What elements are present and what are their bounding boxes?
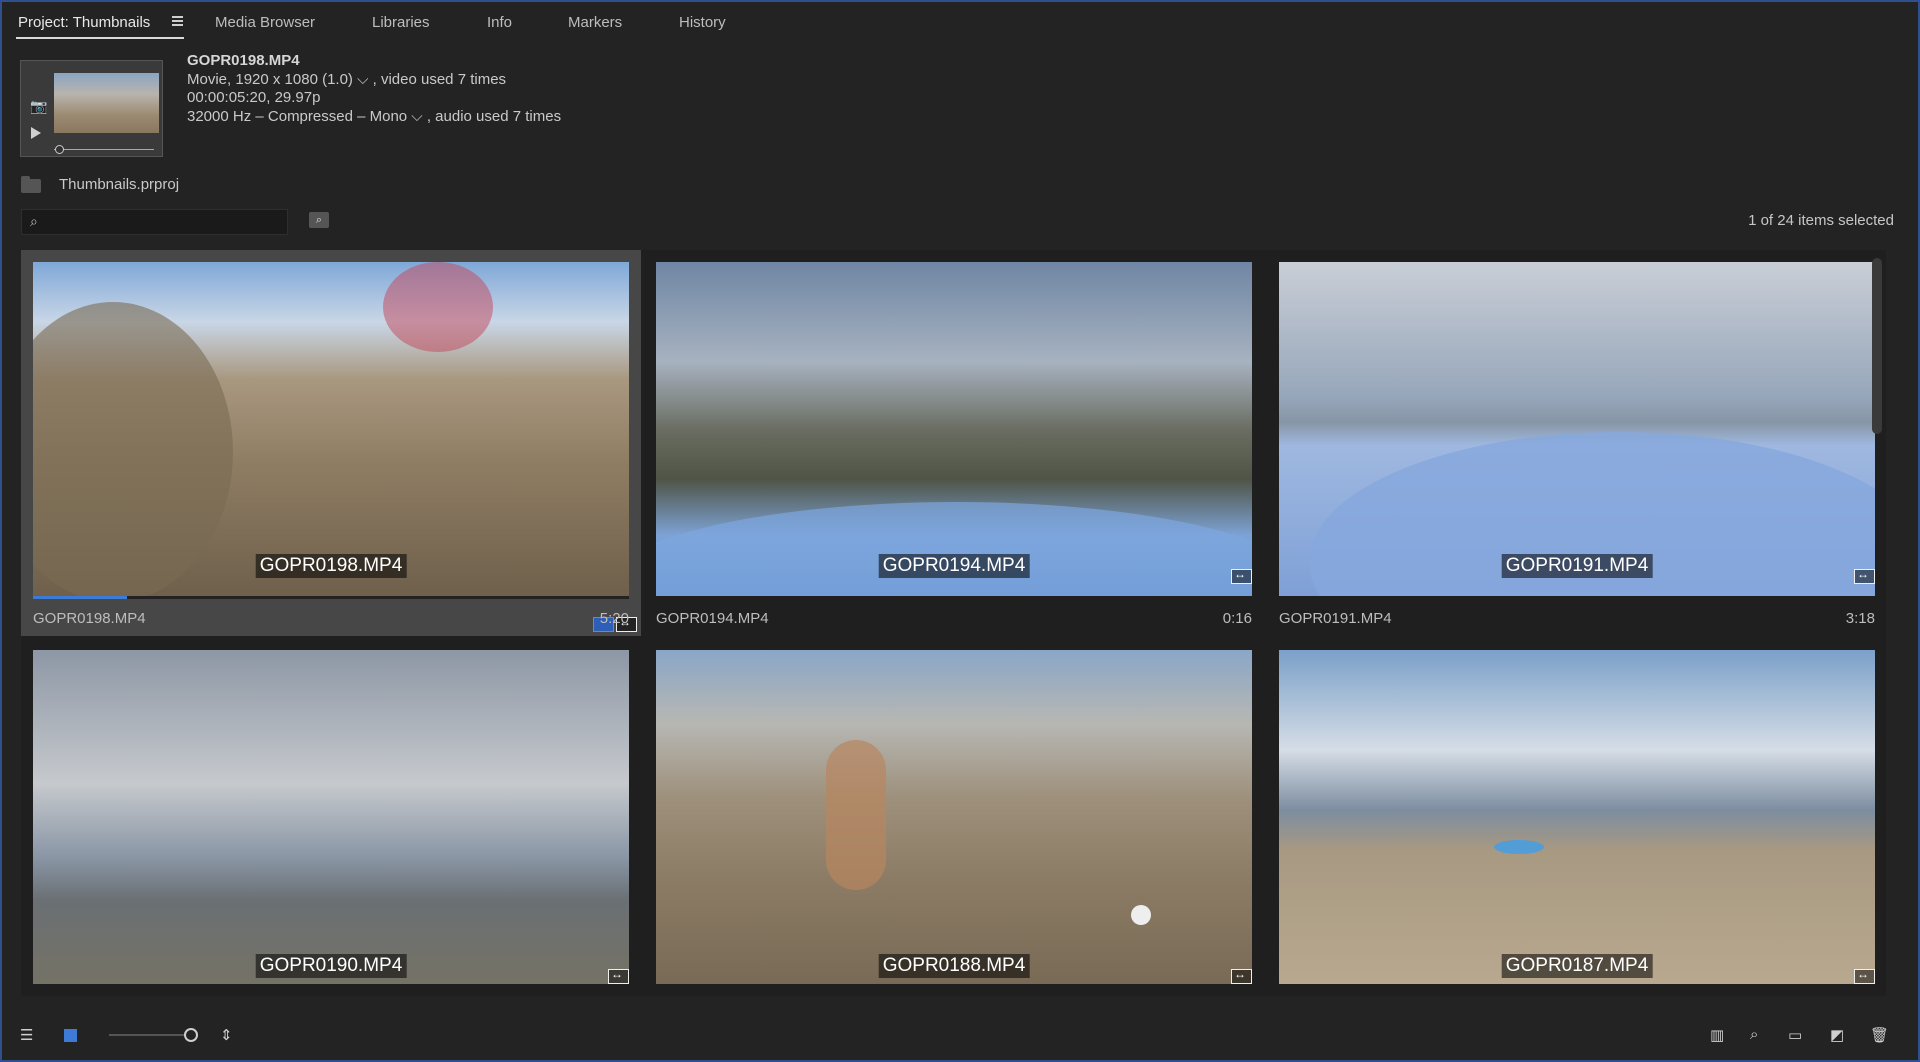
preview-scrub-bar[interactable] xyxy=(54,149,154,150)
panel-menu-icon[interactable] xyxy=(172,15,184,27)
media-tile[interactable]: GOPR0191.MP4 GOPR0191.MP4 3:18 xyxy=(1267,250,1886,636)
new-item-icon[interactable]: ◩ xyxy=(1830,1026,1844,1044)
thumbnail-label: GOPR0198.MP4 xyxy=(255,554,407,578)
clip-thumbnail[interactable] xyxy=(656,262,1252,596)
find-in-bin-icon[interactable]: ⌕ xyxy=(309,212,329,228)
zoom-slider-track[interactable] xyxy=(109,1034,189,1036)
automate-to-sequence-icon[interactable]: ▥ xyxy=(1710,1026,1724,1044)
clip-name: GOPR0198.MP4 xyxy=(187,52,300,69)
media-tile[interactable]: GOPR0188.MP4 xyxy=(644,638,1264,996)
preview-thumbnail xyxy=(54,73,159,133)
clip-timecode: 00:00:05:20, 29.97p xyxy=(187,89,321,106)
media-tile[interactable]: GOPR0194.MP4 GOPR0194.MP4 0:16 xyxy=(644,250,1264,636)
search-box[interactable]: ⌕ xyxy=(21,209,288,235)
video-audio-icon xyxy=(1854,567,1875,584)
zoom-slider-handle[interactable] xyxy=(184,1028,198,1042)
video-audio-icon xyxy=(608,967,629,984)
active-tab-underline xyxy=(16,37,184,39)
tab-info[interactable]: Info xyxy=(487,14,512,31)
project-panel: Project: Thumbnails Media Browser Librar… xyxy=(0,0,1920,1062)
list-view-icon[interactable]: ☰ xyxy=(20,1026,33,1044)
tab-libraries[interactable]: Libraries xyxy=(372,14,430,31)
selection-count: 1 of 24 items selected xyxy=(1748,212,1894,229)
clip-audio-info: 32000 Hz – Compressed – Mono ⌵ , audio u… xyxy=(187,107,562,125)
search-input[interactable] xyxy=(50,212,284,232)
clip-thumbnail[interactable] xyxy=(33,262,629,596)
thumbnail-label: GOPR0194.MP4 xyxy=(878,554,1030,578)
hover-scrub-bar[interactable] xyxy=(33,596,629,599)
media-tile[interactable]: GOPR0187.MP4 xyxy=(1267,638,1886,996)
search-icon: ⌕ xyxy=(30,213,38,229)
project-file-name: Thumbnails.prproj xyxy=(59,176,180,193)
tab-project[interactable]: Project: Thumbnails xyxy=(18,14,150,31)
icon-view-icon[interactable] xyxy=(64,1029,77,1042)
thumbnail-label: GOPR0191.MP4 xyxy=(1501,554,1653,578)
video-audio-icon xyxy=(1854,967,1875,984)
thumbnail-label: GOPR0188.MP4 xyxy=(878,954,1030,978)
preview-scrub-handle[interactable] xyxy=(55,145,64,154)
panel-tabs: Project: Thumbnails Media Browser Librar… xyxy=(2,2,1918,42)
thumbnail-label: GOPR0187.MP4 xyxy=(1501,954,1653,978)
media-tile[interactable]: GOPR0198.MP4 GOPR0198.MP4 5:20 xyxy=(21,250,641,636)
clip-thumbnail[interactable] xyxy=(1279,650,1875,984)
clip-info: GOPR0198.MP4 Movie, 1920 x 1080 (1.0) ⌵ … xyxy=(187,52,561,126)
tab-markers[interactable]: Markers xyxy=(568,14,622,31)
camera-icon[interactable]: 📷 xyxy=(30,98,47,115)
clip-thumbnail[interactable] xyxy=(33,650,629,984)
trash-icon[interactable]: 🗑 xyxy=(1870,1026,1889,1044)
clip-duration: 0:16 xyxy=(1222,610,1252,627)
clip-duration: 3:18 xyxy=(1845,610,1875,627)
new-bin-icon[interactable]: ▭ xyxy=(1788,1026,1802,1044)
thumbnail-grid[interactable]: GOPR0198.MP4 GOPR0198.MP4 5:20 GOPR0194.… xyxy=(21,250,1886,996)
clip-file-name: GOPR0198.MP4 xyxy=(33,610,146,627)
sort-icon[interactable]: ⇕ xyxy=(220,1026,233,1044)
media-tile[interactable]: GOPR0190.MP4 xyxy=(21,638,641,996)
tab-media-browser[interactable]: Media Browser xyxy=(215,14,315,31)
play-icon[interactable] xyxy=(31,127,41,139)
clip-file-name: GOPR0194.MP4 xyxy=(656,610,769,627)
bin-folder-icon[interactable] xyxy=(21,176,41,193)
grid-scrollbar[interactable] xyxy=(1872,258,1882,434)
clip-thumbnail[interactable] xyxy=(656,650,1252,984)
clip-preview[interactable]: 📷 xyxy=(20,60,163,157)
video-audio-icon xyxy=(1231,567,1252,584)
thumbnail-label: GOPR0190.MP4 xyxy=(255,954,407,978)
clip-file-name: GOPR0191.MP4 xyxy=(1279,610,1392,627)
find-icon[interactable]: ⌕ xyxy=(1750,1026,1758,1043)
bottom-toolbar: ☰ ⇕ ▥ ⌕ ▭ ◩ 🗑 xyxy=(2,1012,1918,1052)
video-audio-icon xyxy=(1231,967,1252,984)
tab-history[interactable]: History xyxy=(679,14,726,31)
clip-video-info: Movie, 1920 x 1080 (1.0) ⌵ , video used … xyxy=(187,70,507,88)
clip-thumbnail[interactable] xyxy=(1279,262,1875,596)
clip-duration: 5:20 xyxy=(599,610,629,627)
